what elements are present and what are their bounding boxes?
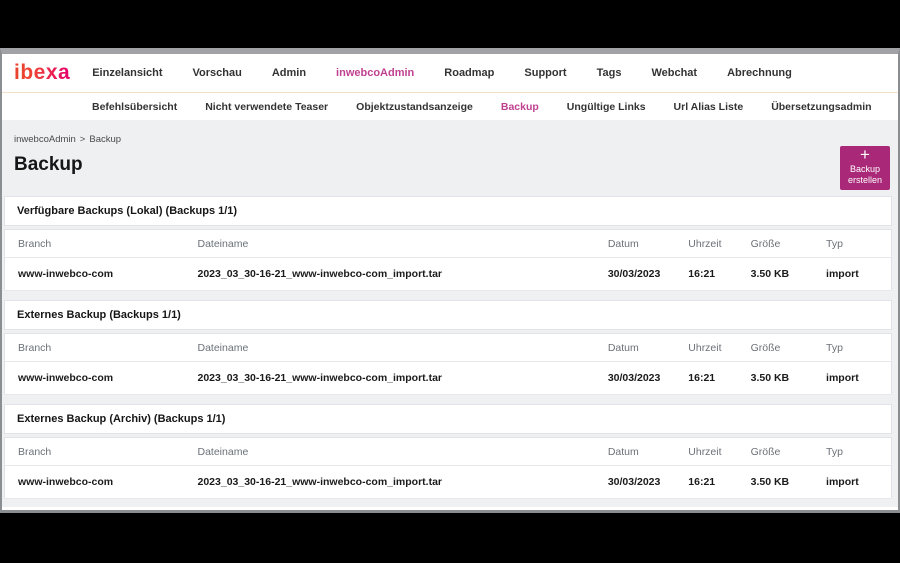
sub-nav-item-nicht-verwendete-teaser[interactable]: Nicht verwendete Teaser <box>205 101 328 113</box>
column-header-typ: Typ <box>813 334 891 362</box>
table-cell: www-inwebco-com <box>5 466 185 499</box>
column-header-datum: Datum <box>595 438 675 466</box>
column-header-branch: Branch <box>5 230 185 258</box>
column-header-typ: Typ <box>813 438 891 466</box>
column-header-gr-e: Größe <box>738 334 813 362</box>
screen: ibexa Einzelansicht Vorschau Admin inwebcoA… <box>0 0 900 563</box>
table-header-row: BranchDateinameDatumUhrzeitGrößeTyp <box>5 438 892 466</box>
main-nav-item-abrechnung[interactable]: Abrechnung <box>727 67 792 79</box>
column-header-typ: Typ <box>813 230 891 258</box>
main-nav-item-webchat[interactable]: Webchat <box>651 67 697 79</box>
backup-tables: Verfügbare Backups (Lokal) (Backups 1/1)… <box>4 196 892 499</box>
sub-nav: Befehlsübersicht Nicht verwendete Teaser O… <box>2 92 898 120</box>
column-header-branch: Branch <box>5 438 185 466</box>
page-title: Backup <box>4 154 892 176</box>
table-cell: import <box>813 362 891 395</box>
browser-window: ibexa Einzelansicht Vorschau Admin inwebcoA… <box>0 48 900 513</box>
column-header-branch: Branch <box>5 334 185 362</box>
table-cell: import <box>813 466 891 499</box>
breadcrumb-separator: > <box>80 134 86 145</box>
main-nav-item-einzelansicht[interactable]: Einzelansicht <box>92 67 162 79</box>
main-nav-item-roadmap[interactable]: Roadmap <box>444 67 494 79</box>
backup-table-group: Verfügbare Backups (Lokal) (Backups 1/1)… <box>4 196 892 291</box>
table-cell: www-inwebco-com <box>5 258 185 291</box>
table-cell: import <box>813 258 891 291</box>
table-cell: www-inwebco-com <box>5 362 185 395</box>
main-nav-item-vorschau[interactable]: Vorschau <box>193 67 242 79</box>
table-cell: 3.50 KB <box>738 466 813 499</box>
column-header-datum: Datum <box>595 230 675 258</box>
table-cell: 30/03/2023 <box>595 258 675 291</box>
table-cell: 3.50 KB <box>738 258 813 291</box>
table-cell: 16:21 <box>675 258 737 291</box>
sub-nav-item-backup[interactable]: Backup <box>501 101 539 113</box>
main-nav-item-admin[interactable]: Admin <box>272 67 306 79</box>
table-cell: 3.50 KB <box>738 362 813 395</box>
table-group-title: Externes Backup (Backups 1/1) <box>4 300 892 330</box>
main-nav-item-inwebcoadmin[interactable]: inwebcoAdmin <box>336 67 414 79</box>
breadcrumb-current: Backup <box>89 134 121 145</box>
column-header-dateiname: Dateiname <box>185 230 595 258</box>
content-area: inwebcoAdmin>Backup Backup + Backup erst… <box>2 120 898 507</box>
column-header-dateiname: Dateiname <box>185 334 595 362</box>
breadcrumb-parent[interactable]: inwebcoAdmin <box>14 134 76 145</box>
table-cell: 16:21 <box>675 466 737 499</box>
ibexa-logo[interactable]: ibexa <box>14 62 70 85</box>
table-group-title: Verfügbare Backups (Lokal) (Backups 1/1) <box>4 196 892 226</box>
column-header-uhrzeit: Uhrzeit <box>675 230 737 258</box>
table-cell: 2023_03_30-16-21_www-inwebco-com_import.… <box>185 362 595 395</box>
backup-table-group: Externes Backup (Backups 1/1) BranchDate… <box>4 300 892 395</box>
table-cell: 30/03/2023 <box>595 466 675 499</box>
main-nav: Einzelansicht Vorschau Admin inwebcoAdmin Ro… <box>92 67 792 79</box>
main-nav-item-support[interactable]: Support <box>524 67 566 79</box>
table-row: www-inwebco-com2023_03_30-16-21_www-inwe… <box>5 258 892 291</box>
table-group-title: Externes Backup (Archiv) (Backups 1/1) <box>4 404 892 434</box>
backup-table: BranchDateinameDatumUhrzeitGrößeTyp www-… <box>4 229 892 291</box>
breadcrumb: inwebcoAdmin >Backup <box>4 134 892 145</box>
table-cell: 2023_03_30-16-21_www-inwebco-com_import.… <box>185 466 595 499</box>
create-backup-button[interactable]: + Backup erstellen <box>840 146 890 190</box>
table-row: www-inwebco-com2023_03_30-16-21_www-inwe… <box>5 466 892 499</box>
column-header-gr-e: Größe <box>738 230 813 258</box>
column-header-dateiname: Dateiname <box>185 438 595 466</box>
table-cell: 2023_03_30-16-21_www-inwebco-com_import.… <box>185 258 595 291</box>
column-header-gr-e: Größe <box>738 438 813 466</box>
create-backup-label: Backup erstellen <box>848 164 882 186</box>
column-header-uhrzeit: Uhrzeit <box>675 438 737 466</box>
column-header-datum: Datum <box>595 334 675 362</box>
table-cell: 30/03/2023 <box>595 362 675 395</box>
main-nav-item-tags[interactable]: Tags <box>597 67 622 79</box>
backup-table-group: Externes Backup (Archiv) (Backups 1/1) B… <box>4 404 892 499</box>
sub-nav-item-ung-ltige-links[interactable]: Ungültige Links <box>567 101 646 113</box>
table-row: www-inwebco-com2023_03_30-16-21_www-inwe… <box>5 362 892 395</box>
table-header-row: BranchDateinameDatumUhrzeitGrößeTyp <box>5 334 892 362</box>
sub-nav-item-url-alias-liste[interactable]: Url Alias Liste <box>674 101 744 113</box>
sub-nav-item-befehls-bersicht[interactable]: Befehlsübersicht <box>92 101 177 113</box>
sub-nav-item-objektzustandsanzeige[interactable]: Objektzustandsanzeige <box>356 101 473 113</box>
sub-nav-item--bersetzungsadmin[interactable]: Übersetzungsadmin <box>771 101 871 113</box>
column-header-uhrzeit: Uhrzeit <box>675 334 737 362</box>
plus-icon: + <box>860 148 870 162</box>
backup-table: BranchDateinameDatumUhrzeitGrößeTyp www-… <box>4 437 892 499</box>
table-header-row: BranchDateinameDatumUhrzeitGrößeTyp <box>5 230 892 258</box>
main-header: ibexa Einzelansicht Vorschau Admin inwebcoA… <box>2 54 898 92</box>
backup-table: BranchDateinameDatumUhrzeitGrößeTyp www-… <box>4 333 892 395</box>
table-cell: 16:21 <box>675 362 737 395</box>
